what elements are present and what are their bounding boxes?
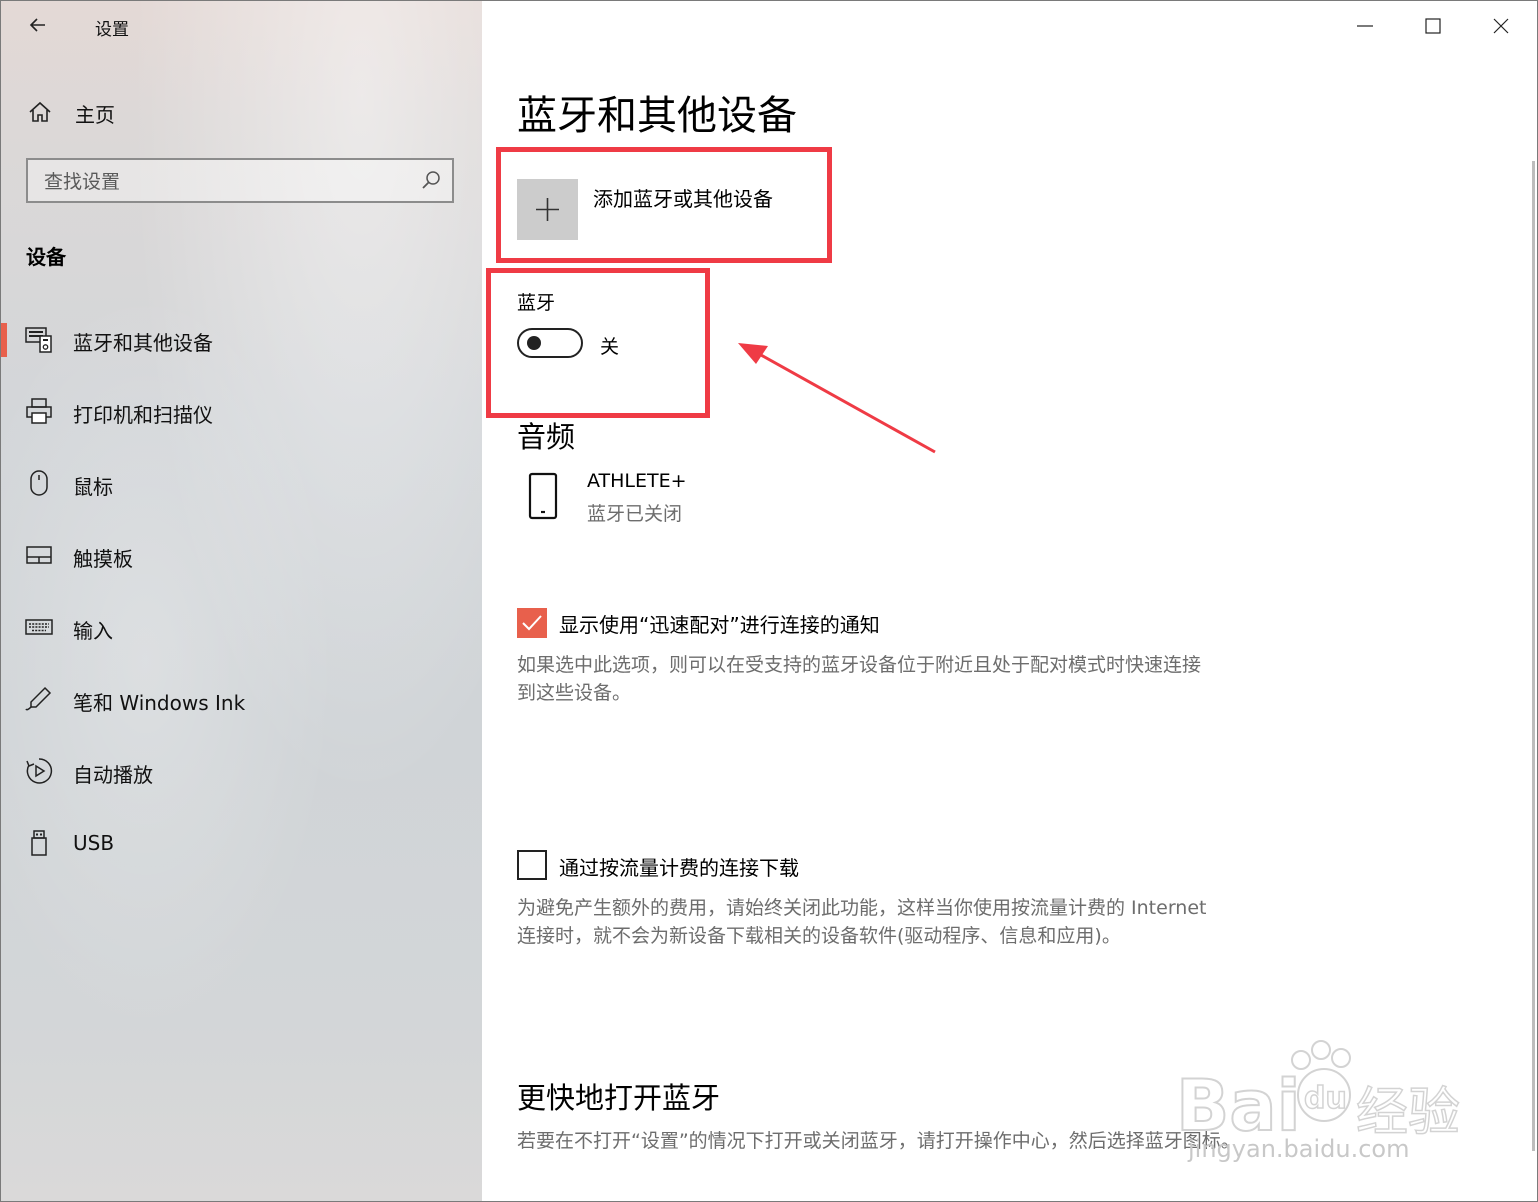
- home-link[interactable]: 主页: [23, 91, 463, 133]
- sidebar-item-label: 鼠标: [73, 475, 113, 499]
- sidebar-item-label: 蓝牙和其他设备: [73, 331, 213, 355]
- sidebar-item-usb[interactable]: USB: [1, 809, 482, 881]
- page-title: 蓝牙和其他设备: [517, 93, 797, 139]
- printer-icon: [26, 398, 52, 424]
- sidebar-item-label: 打印机和扫描仪: [73, 403, 213, 427]
- checkmark-icon: [522, 615, 542, 631]
- keyboard-icon: [25, 619, 53, 635]
- annotation-box-add-device: [496, 147, 832, 263]
- sidebar-item-label: 触摸板: [73, 547, 133, 571]
- sidebar-item-mouse[interactable]: 鼠标: [1, 449, 482, 521]
- svg-text:du: du: [1304, 1081, 1347, 1116]
- metered-download-label[interactable]: 通过按流量计费的连接下载: [559, 852, 799, 881]
- audio-device-status: 蓝牙已关闭: [587, 503, 683, 525]
- metered-download-checkbox[interactable]: [517, 850, 547, 880]
- sidebar-item-label: 笔和 Windows Ink: [73, 691, 246, 715]
- sidebar-item-label: 自动播放: [73, 763, 153, 787]
- sidebar-item-typing[interactable]: 输入: [1, 593, 482, 665]
- app-title: 设置: [95, 20, 129, 40]
- sidebar-item-label: USB: [73, 831, 115, 855]
- pen-icon: [25, 686, 52, 711]
- touchpad-icon: [26, 546, 52, 564]
- back-button[interactable]: [23, 11, 57, 41]
- bluetooth-devices-icon: [25, 327, 52, 353]
- quick-bluetooth-title: 更快地打开蓝牙: [517, 1081, 721, 1115]
- swift-pair-checkbox[interactable]: [517, 608, 547, 638]
- search-icon[interactable]: [420, 170, 442, 192]
- sidebar-item-printers[interactable]: 打印机和扫描仪: [1, 377, 482, 449]
- annotation-box-bluetooth-toggle: [486, 268, 710, 418]
- home-icon: [29, 101, 51, 122]
- audio-section-title: 音频: [517, 420, 576, 454]
- autoplay-icon: [26, 758, 53, 784]
- sidebar-item-pen[interactable]: 笔和 Windows Ink: [1, 665, 482, 737]
- sidebar-item-label: 输入: [73, 619, 113, 643]
- audio-device-name[interactable]: ATHLETE+: [587, 470, 687, 492]
- scrollbar[interactable]: [1532, 161, 1535, 1151]
- sidebar-item-bluetooth[interactable]: 蓝牙和其他设备: [1, 305, 482, 377]
- sidebar-item-touchpad[interactable]: 触摸板: [1, 521, 482, 593]
- swift-pair-description: 如果选中此选项，则可以在受支持的蓝牙设备位于附近且处于配对模式时快速连接到这些设…: [517, 654, 1202, 704]
- section-title: 设备: [26, 245, 66, 269]
- quick-bluetooth-description: 若要在不打开“设置”的情况下打开或关闭蓝牙，请打开操作中心，然后选择蓝牙图标。: [517, 1130, 1240, 1152]
- search-input[interactable]: [42, 166, 406, 198]
- home-label: 主页: [75, 103, 115, 127]
- back-arrow-icon: [29, 18, 45, 32]
- sidebar-item-autoplay[interactable]: 自动播放: [1, 737, 482, 809]
- swift-pair-label[interactable]: 显示使用“迅速配对”进行连接的通知: [559, 609, 880, 638]
- metered-download-description: 为避免产生额外的费用，请始终关闭此功能，这样当你使用按流量计费的 Interne…: [517, 897, 1207, 947]
- phone-icon: [528, 472, 558, 520]
- svg-text:经验: 经验: [1356, 1083, 1460, 1143]
- usb-icon: [31, 830, 47, 856]
- mouse-icon: [30, 470, 48, 496]
- search-box[interactable]: [26, 158, 454, 203]
- watermark-url: jingyan.baidu.com: [1188, 1135, 1410, 1163]
- sidebar-nav: 蓝牙和其他设备 打印机和扫描仪 鼠标 触摸板 输入 笔和 Windows Ink…: [1, 305, 482, 881]
- sidebar: 设置 主页 设备 蓝牙: [1, 1, 482, 1201]
